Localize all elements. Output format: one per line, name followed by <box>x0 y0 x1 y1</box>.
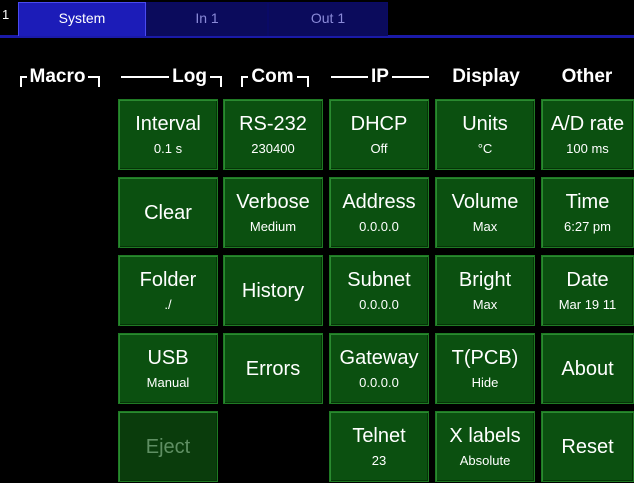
log-eject-button[interactable]: Eject <box>118 411 218 482</box>
other-adrate-button[interactable]: A/D rate 100 ms <box>541 99 634 170</box>
log-usb-button[interactable]: USB Manual <box>118 333 218 404</box>
log-clear-button[interactable]: Clear <box>118 177 218 248</box>
log-folder-button[interactable]: Folder ./ <box>118 255 218 326</box>
tab-system[interactable]: System <box>18 2 146 36</box>
column-header-macro: Macro <box>2 62 118 92</box>
column-label-com: Com <box>251 66 294 87</box>
other-about-button[interactable]: About <box>541 333 634 404</box>
column-label-ip: IP <box>371 66 389 87</box>
tab-out-1[interactable]: Out 1 <box>268 2 388 36</box>
display-units-button[interactable]: Units °C <box>435 99 535 170</box>
page-number: 1 <box>2 7 10 22</box>
ip-address-button[interactable]: Address 0.0.0.0 <box>329 177 429 248</box>
com-verbose-button[interactable]: Verbose Medium <box>223 177 323 248</box>
column-label-macro: Macro <box>29 66 86 87</box>
other-reset-button[interactable]: Reset <box>541 411 634 482</box>
log-interval-button[interactable]: Interval 0.1 s <box>118 99 218 170</box>
com-rs232-button[interactable]: RS-232 230400 <box>223 99 323 170</box>
display-bright-button[interactable]: Bright Max <box>435 255 535 326</box>
ip-subnet-button[interactable]: Subnet 0.0.0.0 <box>329 255 429 326</box>
column-label-other: Other <box>561 66 613 87</box>
display-xlabels-button[interactable]: X labels Absolute <box>435 411 535 482</box>
column-label-display: Display <box>452 66 520 87</box>
ip-dhcp-button[interactable]: DHCP Off <box>329 99 429 170</box>
column-header-display: Display <box>434 62 538 92</box>
display-tpcb-button[interactable]: T(PCB) Hide <box>435 333 535 404</box>
other-time-button[interactable]: Time 6:27 pm <box>541 177 634 248</box>
com-history-button[interactable]: History <box>223 255 323 326</box>
column-label-log: Log <box>172 66 207 87</box>
column-header-com: Com <box>222 62 328 92</box>
com-errors-button[interactable]: Errors <box>223 333 323 404</box>
column-header-other: Other <box>540 62 634 92</box>
ip-telnet-button[interactable]: Telnet 23 <box>329 411 429 482</box>
tab-bar: 1 System In 1 Out 1 <box>0 0 634 38</box>
column-header-ip: IP <box>328 62 432 92</box>
tab-in-1[interactable]: In 1 <box>146 2 268 36</box>
other-date-button[interactable]: Date Mar 19 11 <box>541 255 634 326</box>
ip-gateway-button[interactable]: Gateway 0.0.0.0 <box>329 333 429 404</box>
column-header-log: Log <box>118 62 222 92</box>
display-volume-button[interactable]: Volume Max <box>435 177 535 248</box>
